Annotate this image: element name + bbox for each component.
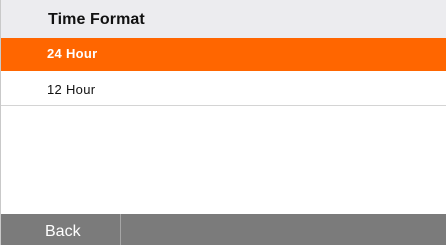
header-bar: Time Format bbox=[1, 0, 446, 38]
time-format-screen: Time Format 24 Hour 12 Hour Back bbox=[0, 0, 446, 245]
option-24-hour[interactable]: 24 Hour bbox=[1, 38, 446, 71]
option-label: 12 Hour bbox=[47, 82, 96, 97]
back-button-label: Back bbox=[45, 223, 81, 240]
option-12-hour[interactable]: 12 Hour bbox=[1, 74, 446, 106]
footer-bar: Back bbox=[1, 214, 446, 245]
page-title: Time Format bbox=[48, 11, 145, 28]
back-button[interactable]: Back bbox=[1, 214, 121, 245]
option-label: 24 Hour bbox=[47, 46, 98, 61]
